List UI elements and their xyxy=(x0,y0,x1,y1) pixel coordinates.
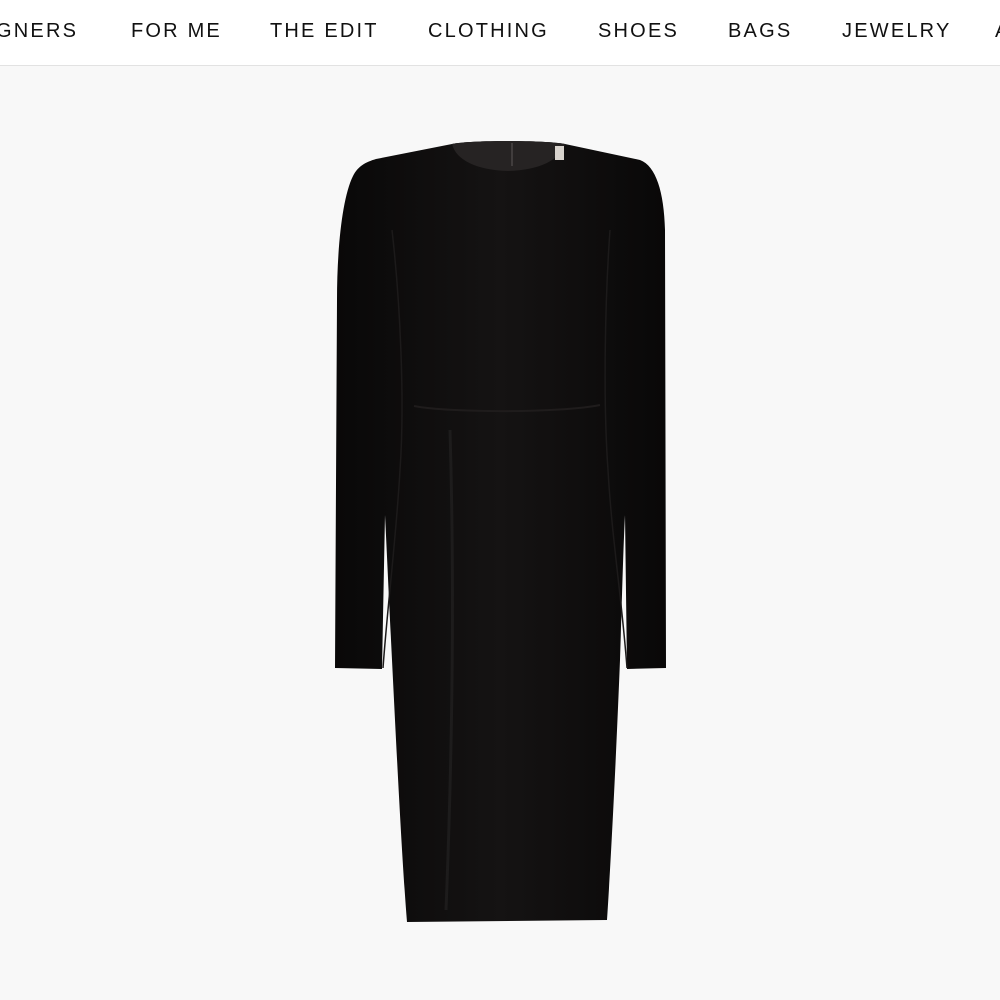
nav-item-bags[interactable]: BAGS xyxy=(728,19,792,43)
nav-item-the-edit[interactable]: THE EDIT xyxy=(270,19,379,43)
nav-item-designers[interactable]: GNERS xyxy=(0,19,78,43)
dress-shape xyxy=(335,141,666,922)
nav-item-accessories[interactable]: A xyxy=(995,19,1000,43)
nav-item-for-me[interactable]: FOR ME xyxy=(131,19,222,43)
nav-item-shoes[interactable]: SHOES xyxy=(598,19,679,43)
dress-label xyxy=(555,146,564,160)
nav-item-jewelry[interactable]: JEWELRY xyxy=(842,19,952,43)
product-image[interactable] xyxy=(0,66,1000,1000)
top-navigation: GNERS FOR ME THE EDIT CLOTHING SHOES BAG… xyxy=(0,0,1000,66)
product-image-area[interactable] xyxy=(0,66,1000,1000)
nav-item-clothing[interactable]: CLOTHING xyxy=(428,19,549,43)
